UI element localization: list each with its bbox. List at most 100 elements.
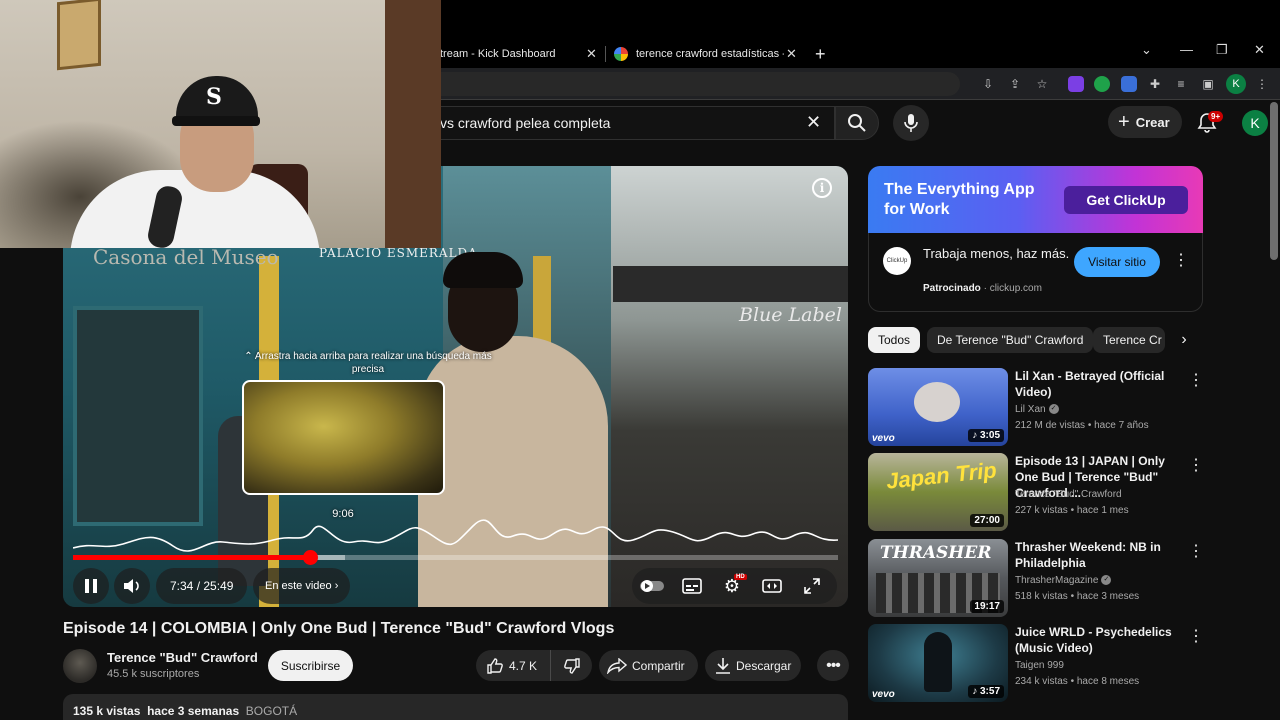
thumbnail-figure xyxy=(914,382,960,422)
cap-logo-icon: S xyxy=(206,84,222,110)
webcam-wall-frame xyxy=(57,0,101,71)
video-thumbnail[interactable]: THRASHER 19:17 xyxy=(868,539,1008,617)
account-avatar[interactable]: K xyxy=(1242,110,1268,136)
like-button[interactable]: 4.7 K xyxy=(476,650,551,681)
chip-todos[interactable]: Todos xyxy=(868,327,921,353)
maximize-icon[interactable]: ❐ xyxy=(1216,42,1228,58)
browser-menu-icon[interactable]: ⋮ xyxy=(1254,76,1270,92)
chips-next-chevron-icon[interactable]: › xyxy=(1172,327,1196,353)
description-meta: 135 k vistas hace 3 semanas BOGOTÁ xyxy=(73,704,297,718)
page-scrollbar[interactable] xyxy=(1270,102,1278,260)
recommendation-item[interactable]: Japan Trip 27:00 Episode 13 | JAPAN | On… xyxy=(868,453,1208,533)
ad-headline: The Everything App for Work xyxy=(884,181,1035,218)
dislike-button[interactable] xyxy=(551,657,592,675)
browser-profile-avatar[interactable]: K xyxy=(1226,74,1246,94)
create-button[interactable]: + Crear xyxy=(1108,106,1182,138)
download-icon xyxy=(716,657,730,674)
tab-search-chevron-icon[interactable]: ⌄ xyxy=(1141,42,1152,58)
minimize-icon[interactable]: — xyxy=(1180,42,1193,57)
video-storefront xyxy=(73,306,203,526)
recommendation-item[interactable]: THRASHER 19:17 Thrasher Weekend: NB in P… xyxy=(868,539,1208,619)
verified-check-icon: ✓ xyxy=(1048,404,1059,415)
channel-avatar[interactable] xyxy=(63,649,97,683)
tab-kick-dashboard[interactable]: tream - Kick Dashboard ✕ xyxy=(440,42,597,66)
recommendation-item[interactable]: vevo ♪ 3:57 Juice WRLD - Psychedelics (M… xyxy=(868,624,1208,704)
voice-search-button[interactable] xyxy=(893,105,929,141)
new-tab-button[interactable]: + xyxy=(815,44,826,65)
hd-badge: HD xyxy=(734,574,747,580)
video-title[interactable]: Thrasher Weekend: NB in Philadelphia xyxy=(1015,539,1185,571)
video-title[interactable]: Lil Xan - Betrayed (Official Video) xyxy=(1015,368,1185,400)
chip-terence-cr[interactable]: Terence Cr xyxy=(1093,327,1165,353)
chapter-button[interactable]: En este video › xyxy=(253,568,351,604)
fullscreen-button[interactable] xyxy=(792,568,832,604)
ad-get-clickup-button[interactable]: Get ClickUp xyxy=(1064,186,1188,214)
video-thumbnail[interactable]: vevo ♪ 3:57 xyxy=(868,624,1008,702)
chip-de-terence[interactable]: De Terence "Bud" Crawford xyxy=(927,327,1094,353)
address-bar[interactable] xyxy=(440,72,960,96)
progress-played xyxy=(73,555,311,560)
extension-purple-icon[interactable] xyxy=(1068,76,1084,92)
webcam-overlay: S xyxy=(0,0,441,248)
description-box[interactable]: 135 k vistas hace 3 semanas BOGOTÁ xyxy=(63,694,848,720)
ad-banner[interactable]: The Everything App for Work Get ClickUp xyxy=(868,166,1203,233)
clear-search-icon[interactable]: ✕ xyxy=(806,112,821,133)
more-options-icon[interactable]: ⋮ xyxy=(1188,541,1204,561)
settings-button[interactable]: ⚙ HD xyxy=(712,568,752,604)
most-replayed-heatmap xyxy=(73,519,838,552)
volume-button[interactable] xyxy=(114,568,150,604)
close-tab-icon[interactable]: ✕ xyxy=(586,46,597,62)
ad-more-icon[interactable]: ⋮ xyxy=(1173,253,1189,269)
time-text: 7:34 / 25:49 xyxy=(170,579,234,593)
search-button[interactable] xyxy=(835,106,879,140)
location-tag[interactable]: BOGOTÁ xyxy=(246,704,297,718)
share-button[interactable]: Compartir xyxy=(599,650,698,681)
video-thumbnail[interactable]: vevo ♪ 3:05 xyxy=(868,368,1008,446)
tab-crawford-stats[interactable]: terence crawford estadísticas - Bu ✕ xyxy=(614,42,804,66)
video-thumbnail[interactable]: Japan Trip 27:00 xyxy=(868,453,1008,531)
extension-green-icon[interactable] xyxy=(1094,76,1110,92)
close-window-icon[interactable]: ✕ xyxy=(1254,42,1265,58)
video-duration: ♪ 3:57 xyxy=(968,685,1004,698)
search-input[interactable]: vs crawford pelea completa ✕ xyxy=(440,106,835,140)
channel-name[interactable]: Terence "Bud" Crawford xyxy=(1015,489,1122,500)
more-horizontal-icon: ••• xyxy=(826,656,841,674)
install-app-icon[interactable]: ⇩ xyxy=(980,76,996,92)
thumbnail-text: THRASHER xyxy=(880,543,992,563)
download-button[interactable]: Descargar xyxy=(705,650,801,681)
video-title[interactable]: Juice WRLD - Psychedelics (Music Video) xyxy=(1015,624,1185,656)
video-meta: 518 k vistas • hace 3 meses xyxy=(1015,591,1140,602)
side-panel-icon[interactable]: ▣ xyxy=(1200,76,1216,92)
translate-extension-icon[interactable] xyxy=(1121,76,1137,92)
more-options-icon[interactable]: ⋮ xyxy=(1188,455,1204,475)
visit-site-button[interactable]: Visitar sitio xyxy=(1074,247,1160,277)
vevo-logo: vevo xyxy=(872,689,895,700)
info-icon[interactable]: i xyxy=(812,178,832,198)
subtitles-button[interactable] xyxy=(672,568,712,604)
close-tab-icon[interactable]: ✕ xyxy=(786,46,797,62)
recommendation-item[interactable]: vevo ♪ 3:05 Lil Xan - Betrayed (Official… xyxy=(868,368,1208,448)
video-person-hat xyxy=(443,252,523,288)
thumbs-up-icon xyxy=(487,657,503,674)
share-icon[interactable]: ⇪ xyxy=(1007,76,1023,92)
more-options-icon[interactable]: ⋮ xyxy=(1188,370,1204,390)
media-controls-icon[interactable]: ≡ xyxy=(1173,76,1189,92)
channel-name[interactable]: Taigen 999 xyxy=(1015,660,1064,671)
video-person xyxy=(418,336,608,607)
chapter-label: En este video › xyxy=(265,580,339,592)
more-options-icon[interactable]: ⋮ xyxy=(1188,626,1204,646)
drag-up-hint: ⌃ Arrastra hacia arriba para realizar un… xyxy=(244,351,492,375)
extensions-puzzle-icon[interactable]: ✚ xyxy=(1147,76,1163,92)
more-actions-button[interactable]: ••• xyxy=(817,650,849,681)
channel-name[interactable]: ThrasherMagazine ✓ xyxy=(1015,575,1112,586)
bookmark-star-icon[interactable]: ☆ xyxy=(1034,76,1050,92)
pause-button[interactable] xyxy=(73,568,109,604)
video-meta: 234 k vistas • hace 8 meses xyxy=(1015,676,1140,687)
like-count: 4.7 K xyxy=(509,658,538,673)
channel-name[interactable]: Terence "Bud" Crawford xyxy=(107,650,258,665)
channel-name[interactable]: Lil Xan ✓ xyxy=(1015,404,1059,415)
theater-mode-button[interactable] xyxy=(752,568,792,604)
autoplay-toggle[interactable] xyxy=(632,568,672,604)
progress-bar[interactable] xyxy=(73,550,838,565)
subscribe-button[interactable]: Suscribirse xyxy=(268,650,353,681)
